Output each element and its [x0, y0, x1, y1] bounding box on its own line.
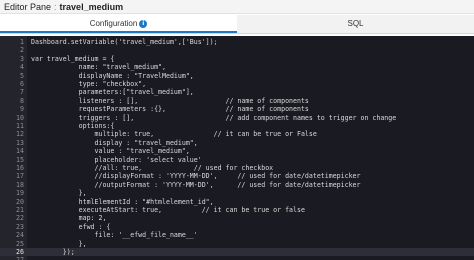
code-text: efwd : { [31, 222, 111, 231]
code-line[interactable]: 8 listeners : [], // name of components [0, 97, 474, 105]
tab-sql[interactable]: SQL [237, 15, 474, 33]
line-number: 9 [20, 105, 24, 114]
editor-pane-header: Editor Pane: travel_medium [0, 0, 474, 14]
code-text: placeholder: 'select value' [31, 155, 202, 164]
code-text: requestParameters :{}, // name of compon… [31, 105, 309, 114]
code-line[interactable]: 17 //displayFormat : 'YYYY-MM-DD', // us… [0, 172, 474, 180]
code-text: name: "travel_medium", [31, 63, 166, 72]
line-number: 10 [16, 113, 24, 122]
tab-sql-label: SQL [347, 19, 364, 28]
code-line[interactable]: 11 options:{ [0, 122, 474, 130]
code-line[interactable]: 23 efwd : { [0, 223, 474, 231]
line-number: 2 [20, 46, 24, 55]
line-number: 5 [20, 71, 24, 80]
info-icon[interactable]: i [139, 19, 148, 28]
code-line[interactable]: 5 displayName : "TravelMedium", [0, 72, 474, 80]
code-line[interactable]: 13 display : "travel_medium", [0, 139, 474, 147]
line-number: 27 [0, 256, 24, 260]
code-line[interactable]: 22 map: 2, [0, 214, 474, 222]
code-text: options:{ [31, 122, 115, 130]
line-number: 16 [16, 164, 24, 172]
line-number: 20 [16, 197, 24, 206]
code-text: display : "travel_medium", [31, 138, 198, 147]
code-line[interactable]: 1 Dashboard.setVariable('travel_medium',[… [0, 38, 474, 46]
code-line[interactable]: 3 var travel_medium = { [0, 55, 474, 63]
line-number: 7 [20, 88, 24, 97]
code-line[interactable]: 18 //outputFormat : 'YYYY-MM-DD', // use… [0, 181, 474, 189]
code-text: }); [31, 248, 75, 256]
line-number: 18 [16, 180, 24, 189]
code-line[interactable]: 6 type: "checkbox", [0, 80, 474, 88]
line-number: 1 [20, 38, 24, 46]
line-number: 14 [16, 147, 24, 156]
code-line[interactable]: 2 [0, 46, 474, 54]
code-text: htmlElementId : "#htmlelement_id", [31, 197, 214, 206]
code-line[interactable]: 21 executeAtStart: true, // it can be tr… [0, 206, 474, 214]
line-number: 15 [16, 155, 24, 164]
document-name: travel_medium [59, 2, 124, 12]
line-number: 23 [16, 222, 24, 231]
header-separator: : [54, 2, 57, 12]
code-text: listeners : [], // name of components [31, 96, 309, 105]
code-text: displayName : "TravelMedium", [31, 71, 194, 80]
code-line[interactable]: 15 placeholder: 'select value' [0, 156, 474, 164]
tab-configuration[interactable]: Configuration i [0, 15, 237, 33]
code-text: file: '__efwd_file_name__' [31, 231, 198, 240]
code-line[interactable]: 20 htmlElementId : "#htmlelement_id", [0, 198, 474, 206]
code-text: var travel_medium = { [31, 54, 115, 63]
code-text: //displayFormat : 'YYYY-MM-DD', // used … [31, 172, 361, 181]
code-text: parameters:["travel_medium"], [31, 88, 194, 97]
code-line[interactable]: 7 parameters:["travel_medium"], [0, 88, 474, 96]
code-line[interactable]: 14 value : "travel_medium", [0, 147, 474, 155]
code-text: triggers : [], // add component names to… [31, 113, 397, 122]
line-number: 13 [16, 138, 24, 147]
tab-configuration-label: Configuration [89, 19, 138, 28]
code-text: }, [31, 189, 87, 198]
code-text: Dashboard.setVariable('travel_medium',['… [31, 38, 218, 46]
line-number: 4 [20, 63, 24, 72]
line-number: 3 [20, 54, 24, 63]
line-number: 26 [16, 248, 24, 256]
code-line[interactable]: 9 requestParameters :{}, // name of comp… [0, 105, 474, 113]
code-line[interactable]: 12 multiple: true, // it can be true or … [0, 130, 474, 138]
editor-tabs: Configuration i SQL [0, 15, 474, 34]
line-number: 24 [16, 231, 24, 240]
code-line[interactable]: 10 triggers : [], // add component names… [0, 114, 474, 122]
code-line[interactable]: 25 }, [0, 240, 474, 248]
code-line[interactable]: 27 [0, 256, 474, 260]
pane-label: Editor Pane [4, 2, 52, 12]
line-number: 17 [16, 172, 24, 181]
line-number: 11 [16, 122, 24, 130]
code-line[interactable]: 4 name: "travel_medium", [0, 63, 474, 71]
code-text: }, [31, 239, 87, 248]
code-line[interactable]: 19 }, [0, 189, 474, 197]
code-text: multiple: true, // it can be true or Fal… [31, 130, 317, 139]
code-text: value : "travel_medium", [31, 147, 190, 156]
code-line[interactable]: 24 file: '__efwd_file_name__' [0, 231, 474, 239]
code-text: //outputFormat : 'YYYY-MM-DD', // used f… [31, 180, 361, 189]
code-line[interactable]: 26 }); [0, 248, 474, 257]
line-number: 19 [16, 189, 24, 198]
code-text: executeAtStart: true, // it can be true … [31, 206, 305, 214]
code-editor[interactable]: 1 Dashboard.setVariable('travel_medium',[… [0, 36, 474, 260]
line-number: 25 [16, 239, 24, 248]
code-text: map: 2, [31, 214, 107, 223]
line-number: 8 [20, 96, 24, 105]
line-number: 21 [16, 206, 24, 214]
code-text: //all: true, // used for checkbox [31, 164, 274, 172]
code-line[interactable]: 16 //all: true, // used for checkbox [0, 164, 474, 172]
code-text: type: "checkbox", [31, 80, 147, 88]
line-number: 6 [20, 80, 24, 88]
line-number: 22 [16, 214, 24, 223]
line-number: 12 [16, 130, 24, 139]
